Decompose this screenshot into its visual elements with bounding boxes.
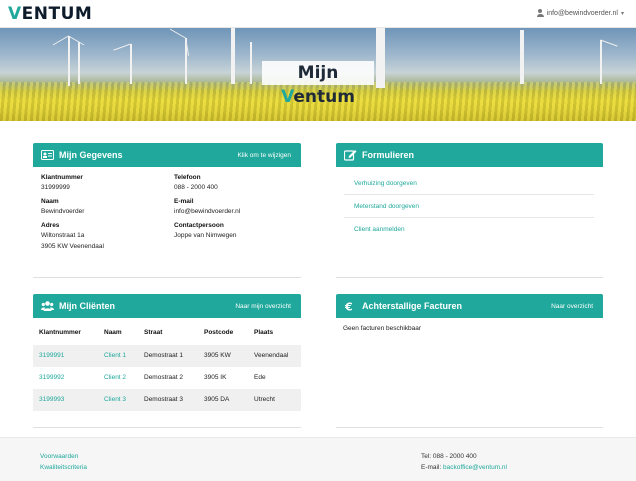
footer-email-label: E-mail: [421,464,444,471]
cell-straat: Demostraat 1 [144,352,184,359]
panel-mijn-gegevens: Mijn Gegevens Klik om te wijzigen Klantn… [33,143,301,278]
col-straat: Straat [144,329,163,336]
label-adres: Adres [41,222,60,229]
users-icon [41,301,54,311]
cell-klantnummer[interactable]: 3199991 [39,352,64,359]
panel-title: Mijn Cliënten [59,301,115,311]
cell-postcode: 3905 DA [204,396,230,403]
chevron-down-icon: ▾ [620,10,624,17]
panel-divider [336,427,603,428]
panel-divider [33,427,301,428]
label-naam: Naam [41,198,59,205]
wind-turbine [130,44,132,84]
link-client-aanmelden[interactable]: Client aanmelden [354,226,405,233]
link-divider [344,194,594,195]
link-verhuizing-doorgeven[interactable]: Verhuizing doorgeven [354,180,417,187]
table-row[interactable]: 3199991 Client 1 Demostraat 1 3905 KW Ve… [33,345,301,367]
cell-straat: Demostraat 2 [144,374,184,381]
value-contactpersoon: Joppe van Nimwegen [174,232,237,239]
user-icon [536,9,544,17]
cell-postcode: 3905 IK [204,374,227,381]
svg-text:€: € [344,301,353,313]
wind-turbine [250,42,252,84]
turbine-blade [52,35,69,46]
panel-title: Achterstallige Facturen [362,301,463,311]
footer: Voorwaarden Kwaliteitscriteria Tel: 088 … [0,437,636,481]
overview-link[interactable]: Naar overzicht [551,302,593,311]
cell-klantnummer[interactable]: 3199993 [39,396,64,403]
table-row[interactable]: 3199992 Client 2 Demostraat 2 3905 IK Ed… [33,367,301,389]
cell-naam[interactable]: Client 1 [104,352,126,359]
panel-header: Formulieren [336,143,603,167]
value-klantnummer: 31999999 [41,184,70,191]
value-telefoon: 088 - 2000 400 [174,184,218,191]
wind-turbine [600,40,602,84]
col-plaats: Plaats [254,329,274,336]
turbine-blade [600,39,618,47]
wind-turbine [376,28,385,88]
panel-divider [33,277,301,278]
edit-link[interactable]: Klik om te wijzigen [238,151,291,160]
footer-link-kwaliteitscriteria[interactable]: Kwaliteitscriteria [40,464,87,471]
ventum-logo[interactable]: VENTUM [8,5,92,23]
cell-plaats: Veenendaal [254,352,289,359]
panel-mijn-clienten: Mijn Cliënten Naar mijn overzicht Klantn… [33,294,301,428]
hero-title: Mijn Ventum [262,61,374,107]
panel-header: € Achterstallige Facturen Naar overzicht [336,294,603,318]
panel-title: Mijn Gegevens [59,150,123,160]
wind-turbine [231,28,235,84]
panel-header: Mijn Gegevens Klik om te wijzigen [33,143,301,167]
table-row[interactable]: 3199993 Client 3 Demostraat 3 3905 DA Ut… [33,389,301,411]
cell-naam[interactable]: Client 3 [104,396,126,403]
overview-link[interactable]: Naar mijn overzicht [235,302,291,311]
empty-state-text: Geen facturen beschikbaar [343,325,422,332]
col-naam: Naam [104,329,122,336]
label-klantnummer: Klantnummer [41,174,83,181]
value-email: info@bewindvoerder.nl [174,208,241,215]
footer-link-voorwaarden[interactable]: Voorwaarden [40,453,78,460]
id-card-icon [41,150,54,160]
cell-naam[interactable]: Client 2 [104,374,126,381]
label-telefoon: Telefoon [174,174,201,181]
value-adres-line1: Wiltonstraat 1a [41,232,85,239]
turbine-blade [68,35,85,46]
wind-turbine [78,42,80,84]
link-meterstand-doorgeven[interactable]: Meterstand doorgeven [354,203,419,210]
value-naam: Bewindvoerder [41,208,85,215]
user-email: info@bewindvoerder.nl [546,9,618,17]
euro-icon: € [344,301,353,313]
panel-title: Formulieren [362,150,415,160]
cell-klantnummer[interactable]: 3199992 [39,374,64,381]
cell-straat: Demostraat 3 [144,396,184,403]
wind-turbine [520,30,524,84]
footer-email-line: E-mail: backoffice@ventum.nl [421,464,507,471]
user-menu[interactable]: info@bewindvoerder.nl ▾ [536,9,624,17]
cell-plaats: Utrecht [254,396,275,403]
value-adres-line2: 3905 KW Veenendaal [41,243,104,250]
turbine-blade [113,43,131,51]
footer-email-link[interactable]: backoffice@ventum.nl [443,464,507,471]
panel-divider [336,277,603,278]
edit-icon [344,150,357,161]
footer-phone: Tel: 088 - 2000 400 [421,453,477,460]
cell-postcode: 3905 KW [204,352,231,359]
panel-header: Mijn Cliënten Naar mijn overzicht [33,294,301,318]
wind-turbine [68,36,70,86]
cell-plaats: Ede [254,374,266,381]
hero-banner: Mijn Ventum [0,28,636,121]
col-klantnummer: Klantnummer [39,329,81,336]
panel-achterstallige-facturen: € Achterstallige Facturen Naar overzicht… [336,294,603,428]
label-email: E-mail [174,198,194,205]
top-navbar: VENTUM info@bewindvoerder.nl ▾ [0,0,636,28]
link-divider [344,217,594,218]
label-contactpersoon: Contactpersoon [174,222,224,229]
turbine-blade [169,28,186,39]
panel-formulieren: Formulieren Verhuizing doorgeven Meterst… [336,143,603,278]
col-postcode: Postcode [204,329,234,336]
